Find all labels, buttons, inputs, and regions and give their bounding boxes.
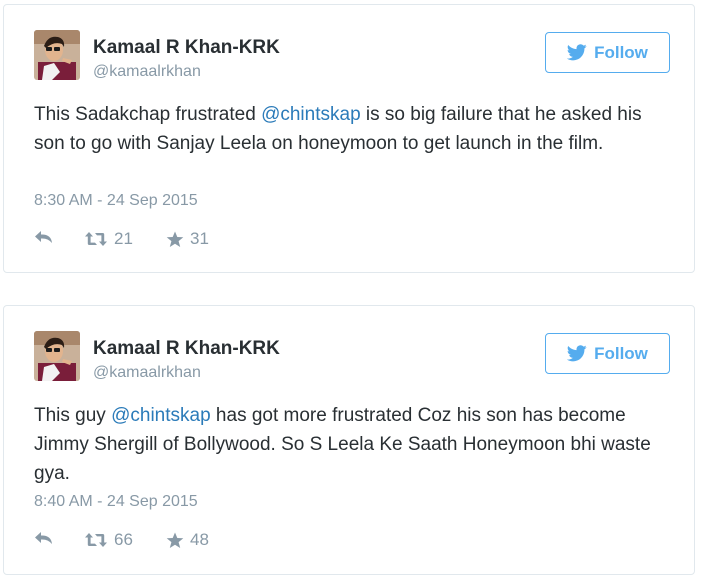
profile-photo-icon xyxy=(34,30,80,80)
follow-button[interactable]: Follow xyxy=(545,333,670,374)
reply-icon xyxy=(35,231,52,243)
tweet-card: Kamaal R Khan-KRK @kamaalrkhan Follow Th… xyxy=(3,4,695,273)
follow-button[interactable]: Follow xyxy=(545,32,670,73)
follow-label: Follow xyxy=(594,42,648,62)
retweet-button[interactable]: 21 xyxy=(84,229,133,249)
avatar[interactable] xyxy=(34,331,80,381)
tweet-text: This Sadakchap frustrated @chintskap is … xyxy=(34,100,674,158)
display-name[interactable]: Kamaal R Khan-KRK xyxy=(93,37,280,59)
tweet-timestamp[interactable]: 8:40 AM - 24 Sep 2015 xyxy=(34,493,198,511)
profile-photo-icon xyxy=(34,331,80,381)
follow-label: Follow xyxy=(594,343,648,363)
username-handle[interactable]: @kamaalrkhan xyxy=(93,63,201,81)
favorite-button[interactable]: 31 xyxy=(166,229,209,249)
retweet-count: 21 xyxy=(114,229,133,248)
favorite-count: 48 xyxy=(190,530,209,549)
page: Kamaal R Khan-KRK @kamaalrkhan Follow Th… xyxy=(0,0,702,580)
reply-button[interactable] xyxy=(34,229,54,245)
reply-button[interactable] xyxy=(34,530,54,546)
star-icon xyxy=(166,532,184,548)
reply-icon xyxy=(35,532,52,544)
tweet-text: This guy @chintskap has got more frustra… xyxy=(34,401,674,488)
username-handle[interactable]: @kamaalrkhan xyxy=(93,364,201,382)
twitter-bird-icon xyxy=(567,44,587,61)
favorite-button[interactable]: 48 xyxy=(166,530,209,550)
mention-link[interactable]: @chintskap xyxy=(111,405,211,426)
tweet-card: Kamaal R Khan-KRK @kamaalrkhan Follow Th… xyxy=(3,305,695,575)
twitter-bird-icon xyxy=(567,345,587,362)
retweet-icon xyxy=(85,533,107,547)
avatar[interactable] xyxy=(34,30,80,80)
favorite-count: 31 xyxy=(190,229,209,248)
star-icon xyxy=(166,231,184,247)
retweet-icon xyxy=(85,232,107,246)
display-name[interactable]: Kamaal R Khan-KRK xyxy=(93,338,280,360)
mention-link[interactable]: @chintskap xyxy=(261,104,361,125)
retweet-count: 66 xyxy=(114,530,133,549)
tweet-text-start: This Sadakchap frustrated xyxy=(34,104,262,125)
tweet-text-start: This guy xyxy=(34,405,112,426)
retweet-button[interactable]: 66 xyxy=(84,530,133,550)
tweet-timestamp[interactable]: 8:30 AM - 24 Sep 2015 xyxy=(34,192,198,210)
